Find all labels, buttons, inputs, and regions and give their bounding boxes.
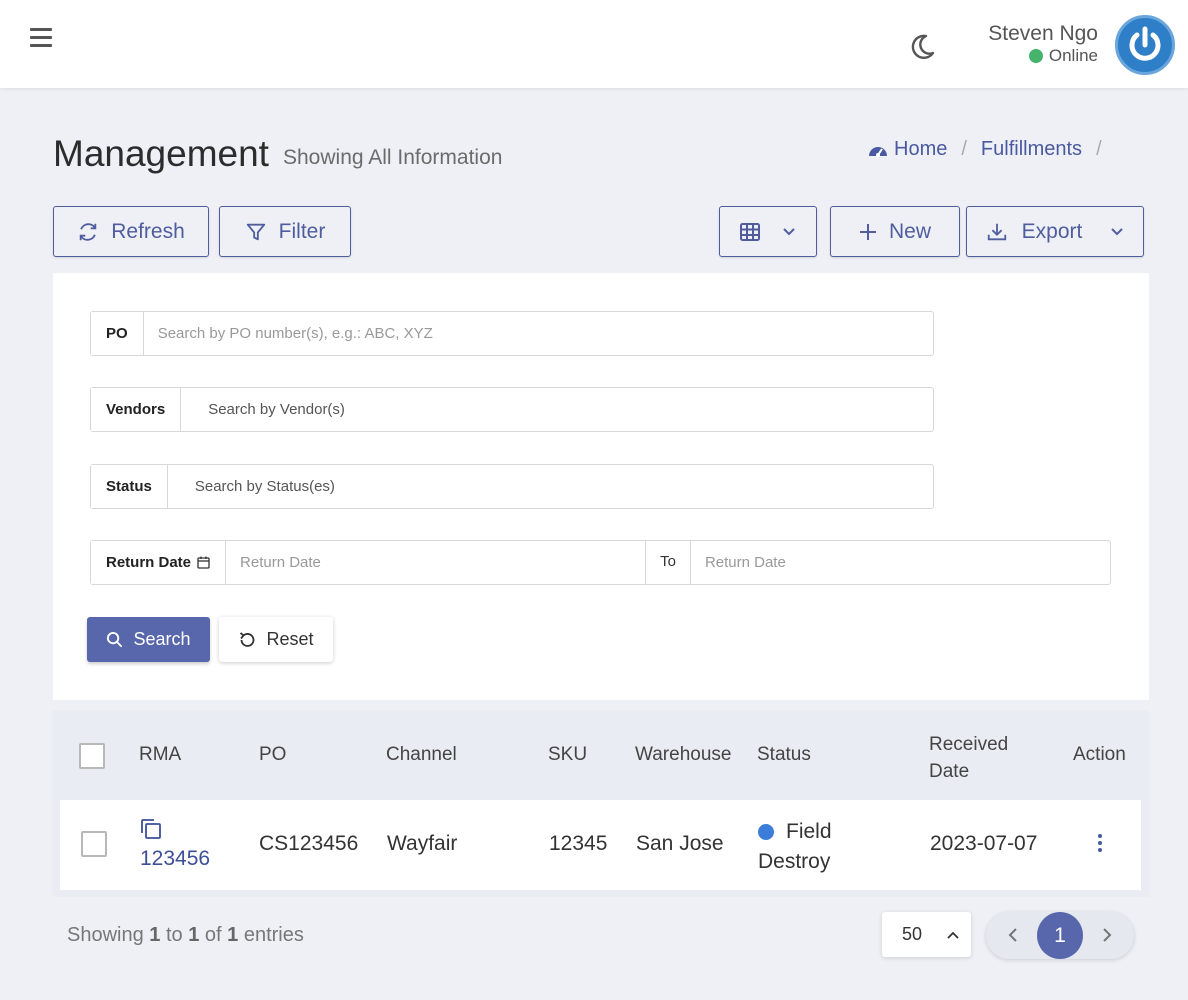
column-header-status[interactable]: Status <box>757 744 811 766</box>
breadcrumb-home[interactable]: Home <box>868 138 947 161</box>
filter-button[interactable]: Filter <box>219 206 351 257</box>
page-size-value: 50 <box>902 924 923 944</box>
showing-to: 1 <box>188 924 200 946</box>
po-filter-label: PO <box>91 312 144 355</box>
filter-funnel-icon <box>246 223 265 240</box>
status-search-input[interactable] <box>167 465 933 508</box>
pagination: 1 <box>986 912 1134 959</box>
calendar-icon <box>197 556 210 569</box>
cell-status: Field Destroy <box>758 817 832 877</box>
rma-link[interactable]: 123456 <box>140 847 210 871</box>
received-date-header-line1: Received <box>929 734 1009 755</box>
pagination-summary: Showing 1 to 1 of 1 entries <box>67 924 304 947</box>
column-view-dropdown[interactable] <box>719 206 817 257</box>
plus-icon <box>859 223 876 240</box>
breadcrumb-separator: / <box>1096 138 1102 160</box>
user-status-text: Online <box>1048 46 1098 65</box>
export-button[interactable]: Export <box>966 206 1144 257</box>
chevron-right-icon[interactable] <box>1097 925 1117 945</box>
breadcrumb: Home / Fulfillments / <box>868 138 1106 161</box>
return-date-to-input[interactable] <box>690 541 1111 584</box>
cell-sku: 12345 <box>549 832 608 855</box>
dark-mode-moon-icon[interactable] <box>906 31 938 63</box>
export-label: Export <box>1021 219 1083 243</box>
return-date-filter-label: Return Date <box>91 541 227 584</box>
cell-warehouse: San Jose <box>636 832 724 855</box>
return-date-label-text: Return Date <box>106 554 192 571</box>
chevron-down-icon <box>783 227 795 235</box>
select-all-checkbox[interactable] <box>79 743 105 769</box>
showing-prefix: Showing <box>67 924 144 946</box>
column-header-sku[interactable]: SKU <box>548 744 587 766</box>
breadcrumb-fulfillments[interactable]: Fulfillments <box>981 138 1082 161</box>
return-date-filter-field: Return Date To <box>90 540 1111 585</box>
column-header-action: Action <box>1073 744 1126 765</box>
po-search-input[interactable] <box>143 312 933 355</box>
showing-to-word: to <box>165 924 183 946</box>
vendors-filter-label: Vendors <box>91 388 182 431</box>
column-header-warehouse[interactable]: Warehouse <box>635 744 731 766</box>
cell-received-date: 2023-07-07 <box>930 832 1038 855</box>
breadcrumb-home-label: Home <box>894 138 948 160</box>
download-icon <box>987 223 1006 240</box>
vendors-filter-field: Vendors <box>90 387 934 432</box>
status-line1: Field <box>786 820 832 843</box>
table-icon <box>740 222 760 241</box>
showing-total: 1 <box>227 924 239 946</box>
status-indicator-dot <box>758 824 774 840</box>
status-filter-field: Status <box>90 464 934 509</box>
refresh-button[interactable]: Refresh <box>53 206 209 257</box>
column-header-rma[interactable]: RMA <box>139 744 181 766</box>
cell-po: CS123456 <box>259 832 359 855</box>
avatar[interactable] <box>1115 15 1175 75</box>
received-date-header-line2: Date <box>929 761 970 782</box>
cell-channel: Wayfair <box>387 832 458 855</box>
filter-label: Filter <box>278 219 326 243</box>
vendors-search-input[interactable] <box>181 388 933 431</box>
power-icon <box>1129 26 1161 61</box>
po-filter-field: PO <box>90 311 934 356</box>
reset-icon <box>240 631 255 647</box>
showing-of-word: of <box>204 924 222 946</box>
chevron-up-icon <box>947 931 959 939</box>
status-line2: Destroy <box>758 850 831 873</box>
search-button[interactable]: Search <box>87 617 210 662</box>
top-bar: Steven Ngo Online <box>0 0 1188 88</box>
chevron-left-icon[interactable] <box>1003 925 1023 945</box>
new-label: New <box>888 219 931 243</box>
page-size-select[interactable]: 50 <box>882 912 971 957</box>
search-icon <box>107 631 123 648</box>
column-header-channel[interactable]: Channel <box>386 744 457 766</box>
menu-icon[interactable] <box>30 28 54 50</box>
current-page-button[interactable]: 1 <box>1037 912 1083 959</box>
refresh-icon <box>79 222 97 241</box>
refresh-label: Refresh <box>111 219 185 243</box>
column-header-po[interactable]: PO <box>259 744 286 766</box>
chevron-down-icon <box>1111 227 1124 235</box>
showing-from: 1 <box>149 924 161 946</box>
showing-suffix: entries <box>243 924 304 946</box>
online-status-dot <box>1028 49 1043 63</box>
breadcrumb-separator: / <box>961 138 967 160</box>
status-filter-label: Status <box>91 465 168 508</box>
copy-icon[interactable] <box>139 817 163 841</box>
page-title: Management <box>53 133 269 174</box>
column-header-received-date[interactable]: Received Date <box>929 731 1008 785</box>
user-status: Online <box>1028 46 1098 66</box>
reset-button-label: Reset <box>266 629 314 649</box>
new-button[interactable]: New <box>830 206 960 257</box>
return-date-to-label: To <box>645 541 691 584</box>
reset-button[interactable]: Reset <box>219 617 333 662</box>
user-name: Steven Ngo <box>988 22 1098 45</box>
search-button-label: Search <box>133 629 191 649</box>
return-date-from-input[interactable] <box>226 541 646 584</box>
page-subtitle: Showing All Information <box>283 146 503 169</box>
dashboard-gauge-icon <box>869 146 887 157</box>
row-select-checkbox[interactable] <box>81 831 107 857</box>
row-actions-kebab-icon[interactable] <box>1096 834 1104 854</box>
